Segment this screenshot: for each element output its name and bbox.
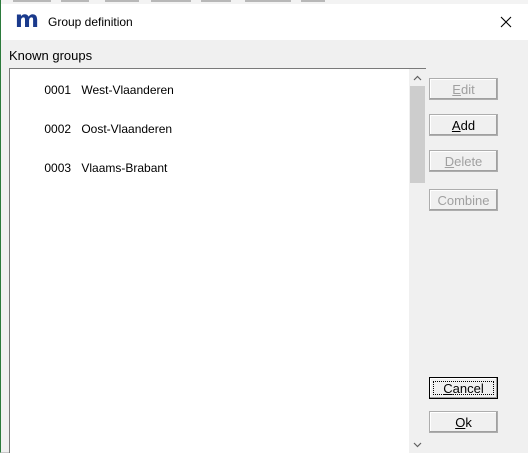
chevron-down-icon (413, 442, 422, 447)
group-code: 0001 (44, 83, 72, 97)
app-icon: m (15, 7, 39, 33)
add-accelerator: A (451, 117, 461, 133)
add-label: dd (460, 117, 476, 133)
group-code: 0003 (44, 161, 72, 175)
known-groups-label: Known groups (9, 48, 93, 63)
scroll-down-button[interactable] (409, 436, 426, 453)
combine-label: Combine (437, 192, 490, 208)
edit-label: dit (460, 81, 475, 97)
list-items: 0001 West-Vlaanderen 0002 Oost-Vlaanderen … (11, 71, 174, 188)
scroll-up-button[interactable] (409, 69, 426, 86)
chevron-up-icon (413, 75, 422, 80)
list-item[interactable]: 0001 West-Vlaanderen (11, 71, 174, 110)
group-definition-dialog: m Group definition Known groups 0001 West… (0, 0, 528, 453)
list-item[interactable]: 0003 Vlaams-Brabant (11, 149, 174, 188)
delete-label: elete (454, 153, 483, 169)
cancel-button[interactable]: Cancel (429, 377, 498, 399)
group-code: 0002 (44, 122, 72, 136)
list-item[interactable]: 0002 Oost-Vlaanderen (11, 110, 174, 149)
combine-button[interactable]: Combine (429, 189, 498, 211)
title-bar: m Group definition (1, 4, 528, 40)
close-icon (500, 16, 512, 28)
known-groups-list[interactable]: 0001 West-Vlaanderen 0002 Oost-Vlaanderen … (9, 68, 426, 453)
edit-button[interactable]: Edit (429, 78, 498, 100)
ok-label: k (465, 414, 472, 430)
delete-button[interactable]: Delete (429, 150, 498, 172)
ok-accelerator: O (455, 414, 466, 430)
vertical-scrollbar[interactable] (409, 69, 426, 453)
cancel-accelerator: C (443, 380, 453, 396)
ok-button[interactable]: Ok (429, 411, 498, 433)
edit-accelerator: E (452, 81, 461, 97)
scrollbar-thumb[interactable] (410, 86, 425, 183)
add-button[interactable]: Add (429, 114, 498, 136)
group-name: Vlaams-Brabant (81, 161, 168, 175)
dialog-client-area: Known groups 0001 West-Vlaanderen 0002 Oos… (9, 40, 528, 453)
delete-accelerator: D (444, 153, 455, 169)
group-name: West-Vlaanderen (81, 83, 174, 97)
window-title: Group definition (48, 15, 133, 29)
close-button[interactable] (483, 4, 528, 40)
cancel-label: ancel (452, 380, 484, 396)
group-name: Oost-Vlaanderen (81, 122, 173, 136)
